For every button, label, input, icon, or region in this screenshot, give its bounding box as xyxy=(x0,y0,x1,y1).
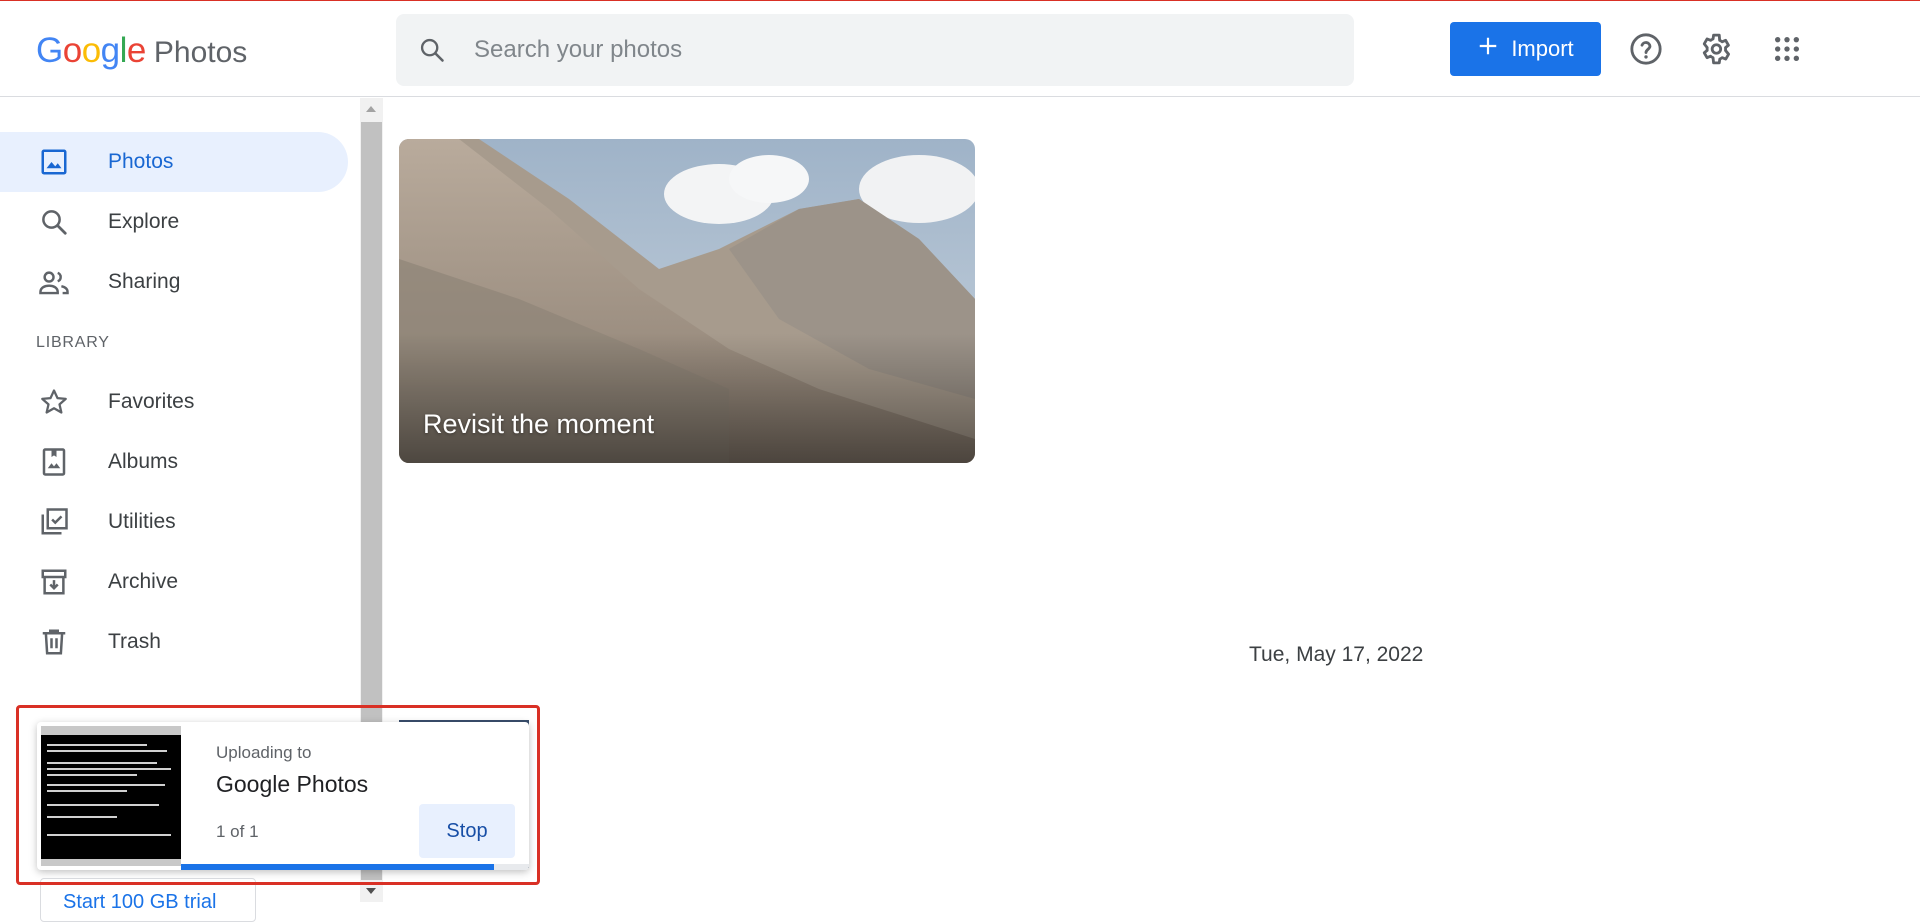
sidebar-item-albums[interactable]: Albums xyxy=(0,432,348,492)
sidebar-item-label: Albums xyxy=(108,450,179,473)
sidebar-item-label: Favorites xyxy=(108,390,195,413)
sidebar-item-label: Archive xyxy=(108,570,179,593)
plus-icon xyxy=(1477,35,1499,63)
sidebar-item-label: Sharing xyxy=(108,270,181,293)
sidebar-item-utilities[interactable]: Utilities xyxy=(0,492,348,552)
sidebar-item-label: Explore xyxy=(108,210,180,233)
sidebar-item-label: Trash xyxy=(108,630,161,653)
search-bar[interactable] xyxy=(396,14,1354,86)
memory-caption: Revisit the moment xyxy=(423,409,655,439)
album-icon xyxy=(36,444,72,480)
star-icon xyxy=(36,384,72,420)
sidebar-item-label: Utilities xyxy=(108,510,176,533)
archive-icon xyxy=(36,564,72,600)
sidebar-item-label: Photos xyxy=(108,150,174,173)
sidebar-item-explore[interactable]: Explore xyxy=(0,192,348,252)
logo-product-name: Photos xyxy=(153,36,248,69)
people-icon xyxy=(36,264,72,300)
sidebar-item-sharing[interactable]: Sharing xyxy=(0,252,348,312)
logo-google-wordmark: Google xyxy=(36,31,146,70)
search-icon xyxy=(36,204,72,240)
photo-icon xyxy=(36,144,72,180)
search-icon[interactable] xyxy=(396,14,468,86)
utilities-icon xyxy=(36,504,72,540)
sidebar-item-photos[interactable]: Photos xyxy=(0,132,348,192)
apps-grid-icon[interactable] xyxy=(1763,25,1811,73)
library-section-label: LIBRARY xyxy=(36,334,110,351)
import-label: Import xyxy=(1511,36,1574,61)
gear-icon[interactable] xyxy=(1691,25,1739,73)
highlight-box xyxy=(16,705,540,885)
trash-icon xyxy=(36,624,72,660)
import-button[interactable]: Import xyxy=(1450,22,1601,76)
memory-card[interactable]: Revisit the moment xyxy=(399,139,975,463)
search-input[interactable] xyxy=(474,36,1274,64)
scroll-down-arrow-icon[interactable] xyxy=(366,888,376,894)
sidebar-item-trash[interactable]: Trash xyxy=(0,612,348,672)
sidebar-item-favorites[interactable]: Favorites xyxy=(0,372,348,432)
date-header: Tue, May 17, 2022 xyxy=(1249,643,1424,666)
app-header: Google Photos Import xyxy=(0,1,1920,97)
sidebar-item-archive[interactable]: Archive xyxy=(0,552,348,612)
help-circle-icon[interactable] xyxy=(1622,25,1670,73)
google-photos-logo[interactable]: Google Photos xyxy=(36,31,247,71)
scroll-up-arrow-icon[interactable] xyxy=(366,106,376,112)
